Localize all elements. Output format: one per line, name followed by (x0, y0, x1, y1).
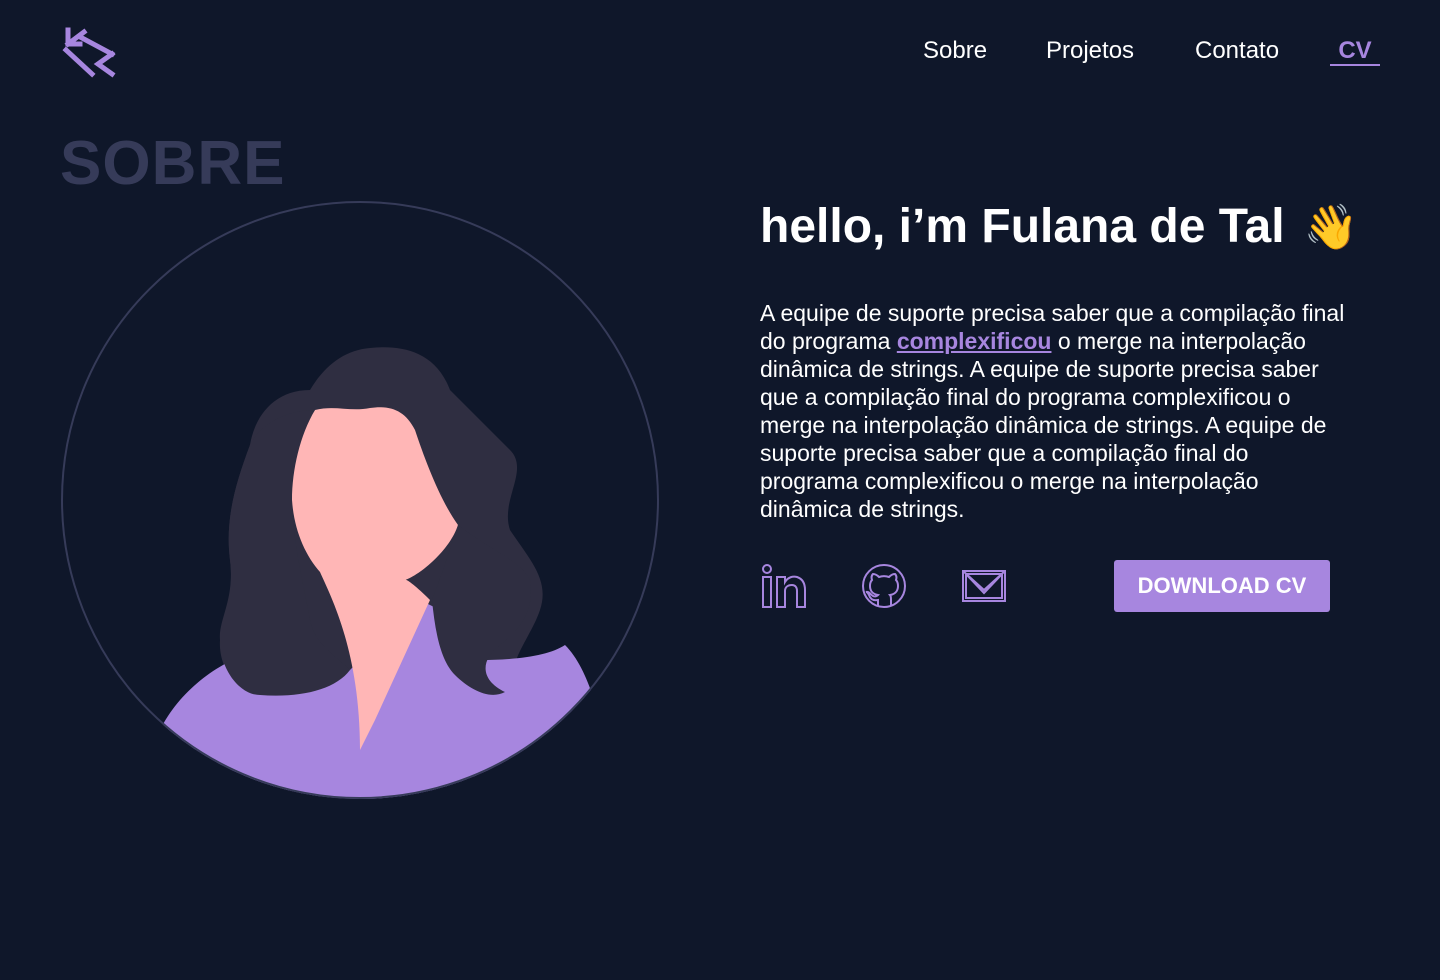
download-cv-button[interactable]: DOWNLOAD CV (1114, 560, 1330, 612)
waving-hand-icon: 👋 (1303, 203, 1359, 252)
bio-link[interactable]: complexificou (897, 328, 1052, 354)
greeting-text: hello, i’m Fulana de Tal (760, 200, 1285, 253)
bio-paragraph: A equipe de suporte precisa saber que a … (760, 299, 1350, 523)
github-icon[interactable] (860, 562, 908, 610)
nav-projetos[interactable]: Projetos (1046, 36, 1134, 66)
brackets-logo-icon[interactable] (62, 26, 116, 78)
profile-illustration (61, 201, 659, 799)
nav-contato[interactable]: Contato (1195, 36, 1279, 66)
social-links: DOWNLOAD CV (760, 560, 1330, 612)
greeting-heading: hello, i’m Fulana de Tal 👋 (760, 196, 1360, 259)
nav-cv[interactable]: CV (1330, 36, 1380, 66)
main-nav: Sobre Projetos Contato CV (920, 36, 1380, 68)
mail-icon[interactable] (960, 562, 1008, 610)
section-title: SOBRE (60, 129, 286, 198)
linkedin-icon[interactable] (760, 562, 808, 610)
bio-text-end: o merge na interpolação dinâmica de stri… (760, 328, 1327, 522)
nav-sobre[interactable]: Sobre (923, 36, 987, 66)
about-content: hello, i’m Fulana de Tal 👋 A equipe de s… (760, 196, 1360, 523)
